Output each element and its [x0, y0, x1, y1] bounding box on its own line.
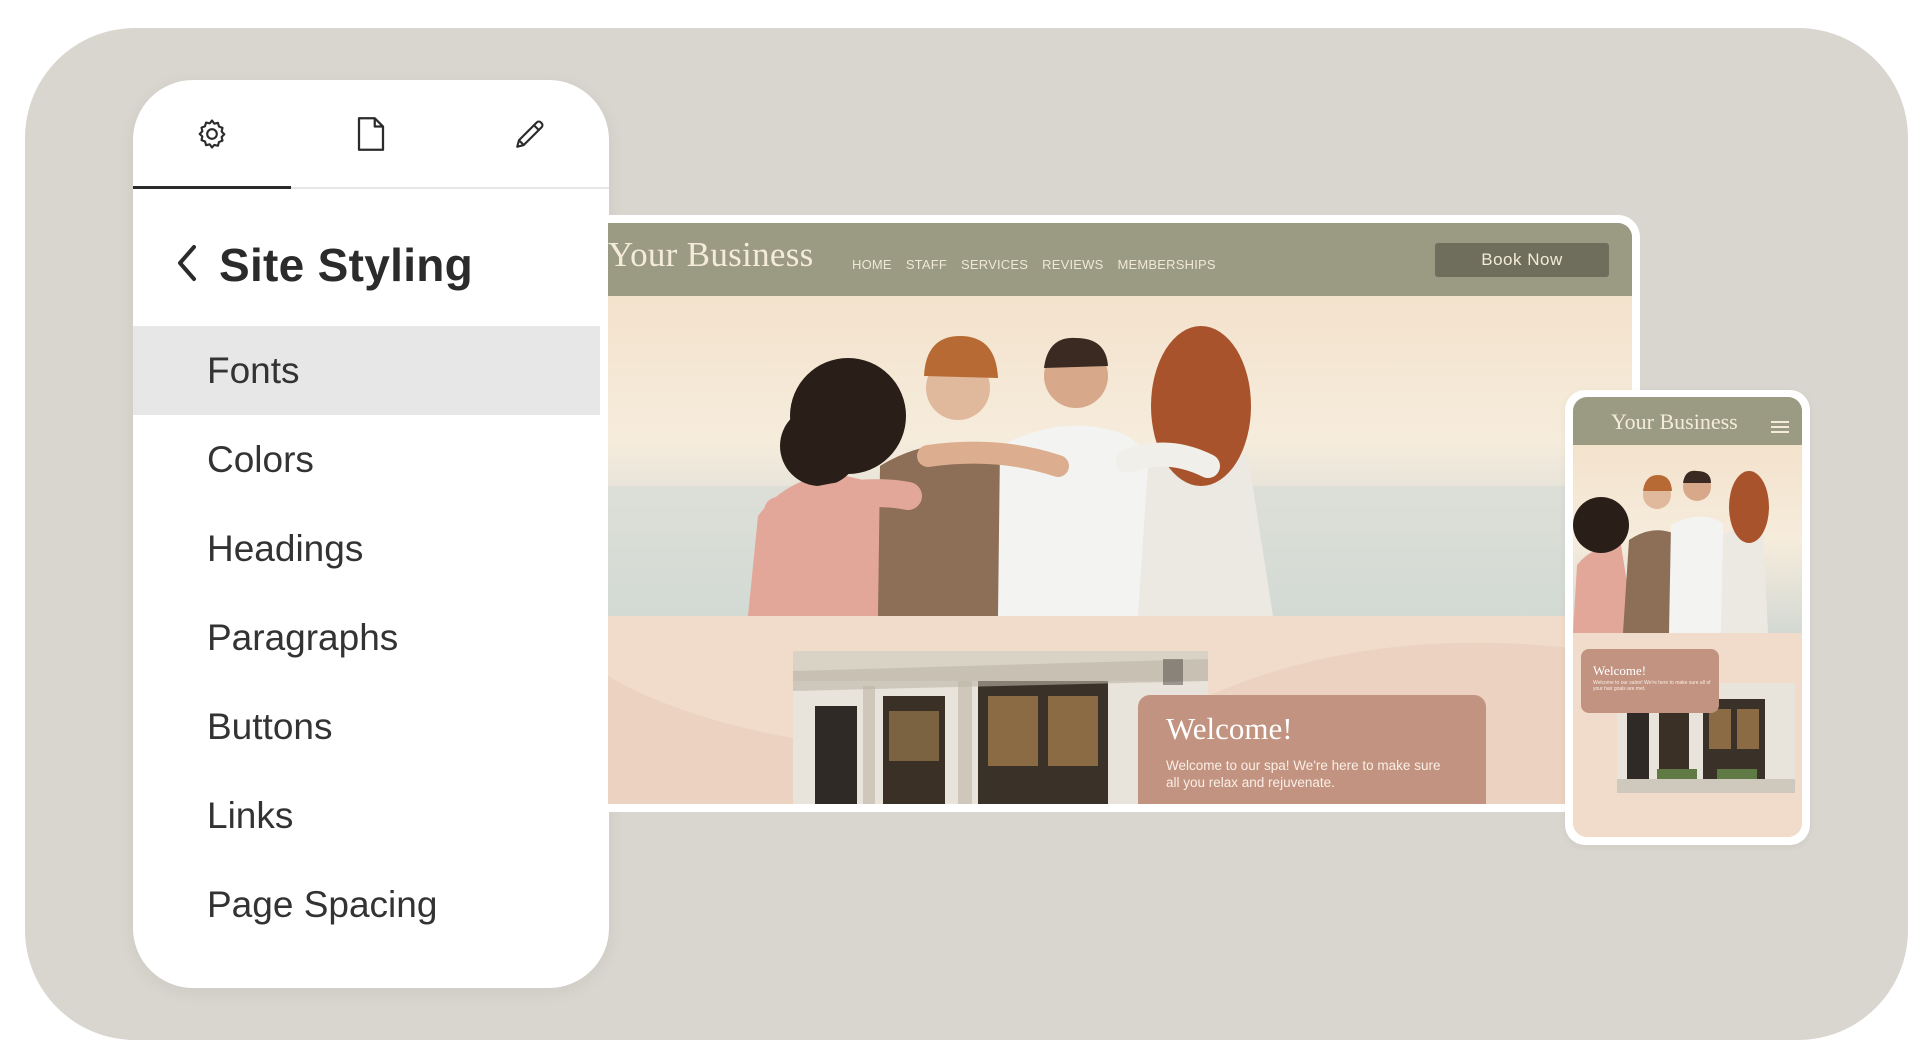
desktop-preview: Your Business HOME STAFF SERVICES REVIEW…	[600, 215, 1640, 812]
menu-item-buttons[interactable]: Buttons	[133, 682, 609, 771]
welcome-card: Welcome! Welcome to our spa! We're here …	[1138, 695, 1486, 804]
mobile-hero-image	[1573, 445, 1802, 633]
welcome-text: Welcome to our spa! We're here to make s…	[1166, 758, 1441, 790]
hamburger-icon[interactable]	[1771, 421, 1789, 433]
pencil-icon	[513, 117, 547, 151]
tab-pages[interactable]	[291, 80, 451, 187]
menu-item-colors[interactable]: Colors	[133, 415, 609, 504]
nav-link-memberships[interactable]: MEMBERSHIPS	[1117, 257, 1215, 272]
menu-item-headings[interactable]: Headings	[133, 504, 609, 593]
mobile-welcome-title: Welcome!	[1593, 663, 1647, 678]
hero-image	[608, 296, 1632, 616]
nav-link-reviews[interactable]: REVIEWS	[1042, 257, 1103, 272]
menu-item-page-spacing[interactable]: Page Spacing	[133, 860, 609, 949]
page-icon	[356, 116, 386, 152]
menu-item-paragraphs[interactable]: Paragraphs	[133, 593, 609, 682]
welcome-title: Welcome!	[1166, 711, 1293, 746]
panel-header: Site Styling	[169, 225, 473, 305]
gear-icon	[195, 117, 229, 151]
styling-menu: Fonts Colors Headings Paragraphs Buttons…	[133, 326, 609, 949]
mobile-navbar: Your Business	[1573, 397, 1802, 445]
mobile-welcome-card: Welcome! Welcome to our salon! We're her…	[1581, 649, 1719, 713]
mobile-brand[interactable]: Your Business	[1611, 409, 1738, 435]
nav-link-staff[interactable]: STAFF	[906, 257, 947, 272]
nav-link-services[interactable]: SERVICES	[961, 257, 1028, 272]
mobile-screen: Your Business Welcome! Welcome to our sa…	[1573, 397, 1802, 837]
mobile-welcome-section: Welcome! Welcome to our salon! We're her…	[1573, 633, 1802, 837]
site-nav-links: HOME STAFF SERVICES REVIEWS MEMBERSHIPS	[852, 257, 1216, 272]
mobile-welcome-text: Welcome to our salon! We're here to make…	[1593, 680, 1711, 692]
welcome-section: Welcome! Welcome to our spa! We're here …	[608, 616, 1632, 804]
panel-tabs	[133, 80, 609, 189]
site-styling-panel: Site Styling Fonts Colors Headings Parag…	[133, 80, 609, 988]
site-navbar: Your Business HOME STAFF SERVICES REVIEW…	[608, 223, 1632, 296]
chevron-left-icon	[176, 244, 198, 287]
menu-item-links[interactable]: Links	[133, 771, 609, 860]
tab-settings[interactable]	[133, 80, 291, 189]
menu-item-fonts[interactable]: Fonts	[133, 326, 609, 415]
nav-link-home[interactable]: HOME	[852, 257, 892, 272]
panel-title: Site Styling	[219, 239, 474, 291]
book-now-button[interactable]: Book Now	[1435, 243, 1609, 277]
desktop-screen: Your Business HOME STAFF SERVICES REVIEW…	[608, 223, 1632, 804]
back-button[interactable]	[169, 240, 205, 290]
site-brand[interactable]: Your Business	[608, 235, 814, 275]
tab-edit[interactable]	[451, 80, 609, 187]
mobile-preview: Your Business Welcome! Welcome to our sa…	[1565, 390, 1810, 845]
